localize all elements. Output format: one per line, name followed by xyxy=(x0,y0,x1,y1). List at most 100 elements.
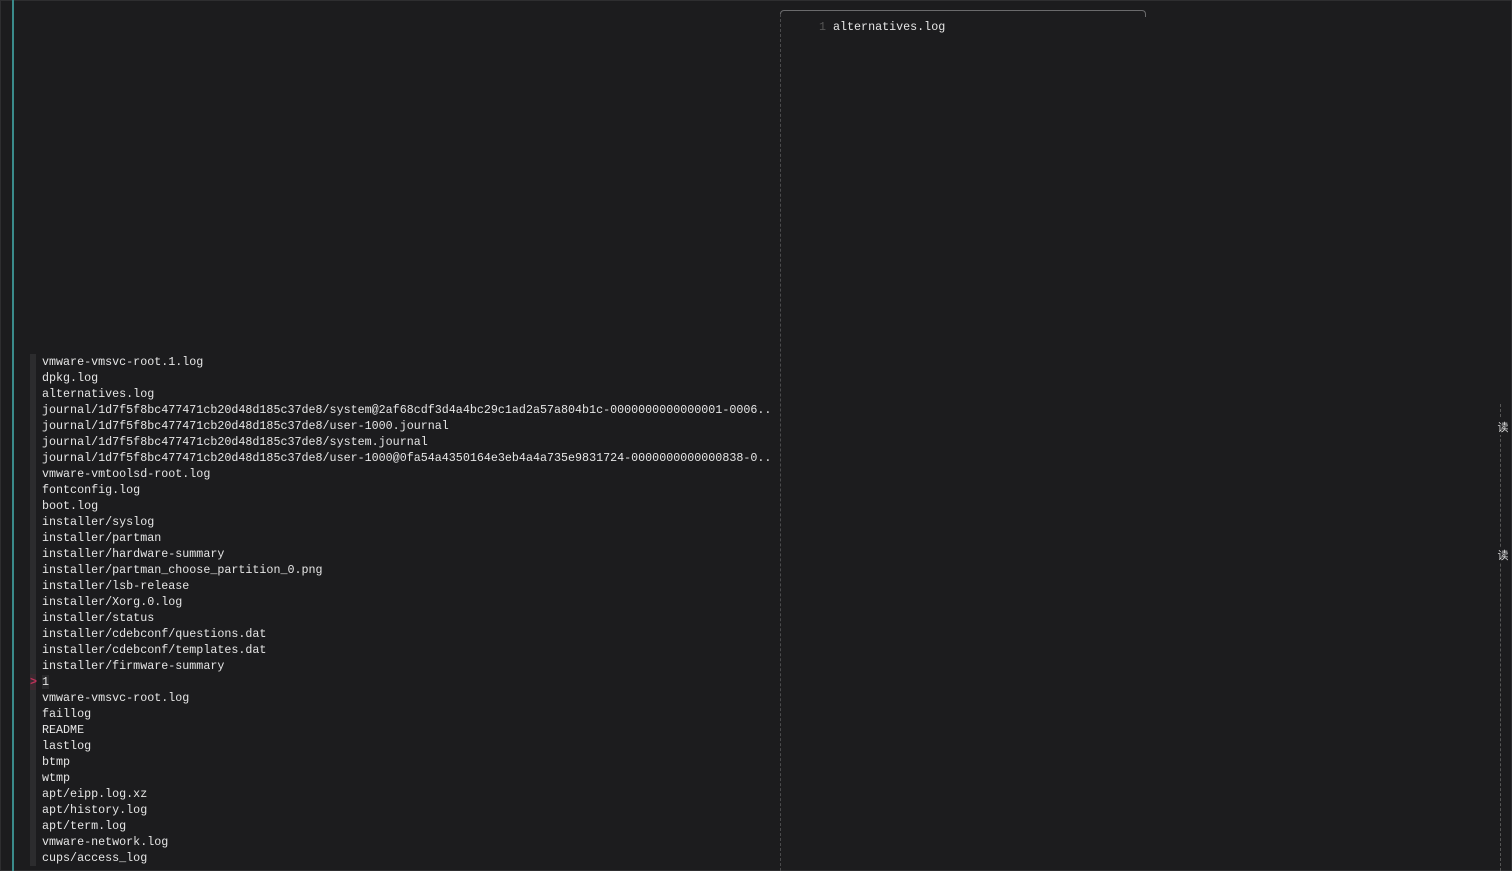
scroll-marker: 读 xyxy=(1496,419,1510,435)
list-item-label: vmware-vmsvc-root.1.log xyxy=(42,355,204,369)
list-item[interactable]: apt/eipp.log.xz xyxy=(30,786,775,802)
list-item[interactable]: dpkg.log xyxy=(30,370,775,386)
gutter-marker xyxy=(30,578,36,594)
list-item-label: boot.log xyxy=(42,499,99,513)
list-item[interactable]: wtmp xyxy=(30,770,775,786)
gutter-marker xyxy=(30,770,36,786)
list-item[interactable]: btmp xyxy=(30,754,775,770)
list-item-label: installer/partman xyxy=(42,531,162,545)
gutter-marker xyxy=(30,530,36,546)
list-item[interactable]: README xyxy=(30,722,775,738)
preview-content: alternatives.log xyxy=(833,20,946,34)
gutter-marker xyxy=(30,722,36,738)
preview-divider xyxy=(780,14,781,871)
gutter-marker xyxy=(30,610,36,626)
list-item-label: installer/hardware-summary xyxy=(42,547,225,561)
list-item[interactable]: apt/term.log xyxy=(30,818,775,834)
list-item-label: btmp xyxy=(42,755,71,769)
gutter-marker xyxy=(30,466,36,482)
list-item-label: alternatives.log xyxy=(42,387,155,401)
list-item[interactable]: journal/1d7f5f8bc477471cb20d48d185c37de8… xyxy=(30,450,775,466)
pane-border xyxy=(12,0,14,871)
list-item-label: journal/1d7f5f8bc477471cb20d48d185c37de8… xyxy=(42,419,449,433)
list-item-label: lastlog xyxy=(42,739,92,753)
gutter-marker xyxy=(30,418,36,434)
list-item[interactable]: lastlog xyxy=(30,738,775,754)
scrollbar[interactable] xyxy=(1500,404,1501,871)
list-item[interactable]: faillog xyxy=(30,706,775,722)
list-item-label: installer/partman_choose_partition_0.png xyxy=(42,563,323,577)
gutter-marker xyxy=(30,402,36,418)
list-item-label: installer/syslog xyxy=(42,515,155,529)
list-item[interactable]: installer/cdebconf/questions.dat xyxy=(30,626,775,642)
list-item[interactable]: installer/lsb-release xyxy=(30,578,775,594)
list-item-label: installer/firmware-summary xyxy=(42,659,225,673)
list-item[interactable]: apt/history.log xyxy=(30,802,775,818)
gutter-marker xyxy=(30,802,36,818)
list-item[interactable]: boot.log xyxy=(30,498,775,514)
pointer-icon: > xyxy=(30,675,38,689)
preview-pane: 1 alternatives.log xyxy=(790,19,945,35)
list-item-label: wtmp xyxy=(42,771,71,785)
gutter-marker xyxy=(30,594,36,610)
gutter-marker xyxy=(30,562,36,578)
gutter-marker xyxy=(30,354,36,370)
list-item-label: README xyxy=(42,723,85,737)
list-item-label: 1 xyxy=(42,675,50,689)
list-item[interactable]: installer/partman xyxy=(30,530,775,546)
list-item[interactable]: installer/cdebconf/templates.dat xyxy=(30,642,775,658)
gutter-marker xyxy=(30,834,36,850)
list-item[interactable]: vmware-vmsvc-root.1.log xyxy=(30,354,775,370)
list-item[interactable]: installer/firmware-summary xyxy=(30,658,775,674)
list-item-label: vmware-vmtoolsd-root.log xyxy=(42,467,211,481)
gutter-marker xyxy=(30,370,36,386)
list-item[interactable]: journal/1d7f5f8bc477471cb20d48d185c37de8… xyxy=(30,418,775,434)
list-item-label: installer/status xyxy=(42,611,155,625)
list-item[interactable]: vmware-vmtoolsd-root.log xyxy=(30,466,775,482)
gutter-marker xyxy=(30,706,36,722)
gutter-marker xyxy=(30,690,36,706)
list-item[interactable]: journal/1d7f5f8bc477471cb20d48d185c37de8… xyxy=(30,434,775,450)
list-item-label: dpkg.log xyxy=(42,371,99,385)
list-item[interactable]: installer/partman_choose_partition_0.png xyxy=(30,562,775,578)
list-item-label: fontconfig.log xyxy=(42,483,141,497)
list-item-label: cups/access_log xyxy=(42,851,148,865)
gutter-marker xyxy=(30,450,36,466)
gutter-marker xyxy=(30,850,36,866)
list-item-label: vmware-vmsvc-root.log xyxy=(42,691,190,705)
list-item[interactable]: installer/syslog xyxy=(30,514,775,530)
list-item-label: vmware-network.log xyxy=(42,835,169,849)
gutter-marker xyxy=(30,738,36,754)
gutter-marker xyxy=(30,482,36,498)
scroll-marker: 读 xyxy=(1496,547,1510,563)
list-item-selected[interactable]: >1 xyxy=(30,674,775,690)
list-item-label: apt/history.log xyxy=(42,803,148,817)
list-item[interactable]: installer/hardware-summary xyxy=(30,546,775,562)
list-item-label: installer/cdebconf/templates.dat xyxy=(42,643,267,657)
list-item[interactable]: fontconfig.log xyxy=(30,482,775,498)
list-item-label: installer/lsb-release xyxy=(42,579,190,593)
list-item[interactable]: installer/Xorg.0.log xyxy=(30,594,775,610)
gutter-marker xyxy=(30,386,36,402)
list-item[interactable]: alternatives.log xyxy=(30,386,775,402)
list-item[interactable]: installer/status xyxy=(30,610,775,626)
list-item[interactable]: vmware-network.log xyxy=(30,834,775,850)
gutter-marker xyxy=(30,786,36,802)
list-item[interactable]: cups/access_log xyxy=(30,850,775,866)
list-item-label: installer/cdebconf/questions.dat xyxy=(42,627,267,641)
list-item-label: journal/1d7f5f8bc477471cb20d48d185c37de8… xyxy=(42,451,772,465)
list-item[interactable]: vmware-vmsvc-root.log xyxy=(30,690,775,706)
list-item[interactable]: journal/1d7f5f8bc477471cb20d48d185c37de8… xyxy=(30,402,775,418)
list-item-label: apt/term.log xyxy=(42,819,127,833)
gutter-marker xyxy=(30,642,36,658)
gutter-marker xyxy=(30,546,36,562)
gutter-marker xyxy=(30,626,36,642)
preview-line-number: 1 xyxy=(818,20,826,34)
gutter-marker xyxy=(30,818,36,834)
gutter-marker xyxy=(30,658,36,674)
preview-border xyxy=(780,10,1146,17)
results-list[interactable]: vmware-vmsvc-root.1.log dpkg.log alternati… xyxy=(30,354,775,866)
list-item-label: journal/1d7f5f8bc477471cb20d48d185c37de8… xyxy=(42,435,428,449)
gutter-marker xyxy=(30,434,36,450)
list-item-label: journal/1d7f5f8bc477471cb20d48d185c37de8… xyxy=(42,403,772,417)
